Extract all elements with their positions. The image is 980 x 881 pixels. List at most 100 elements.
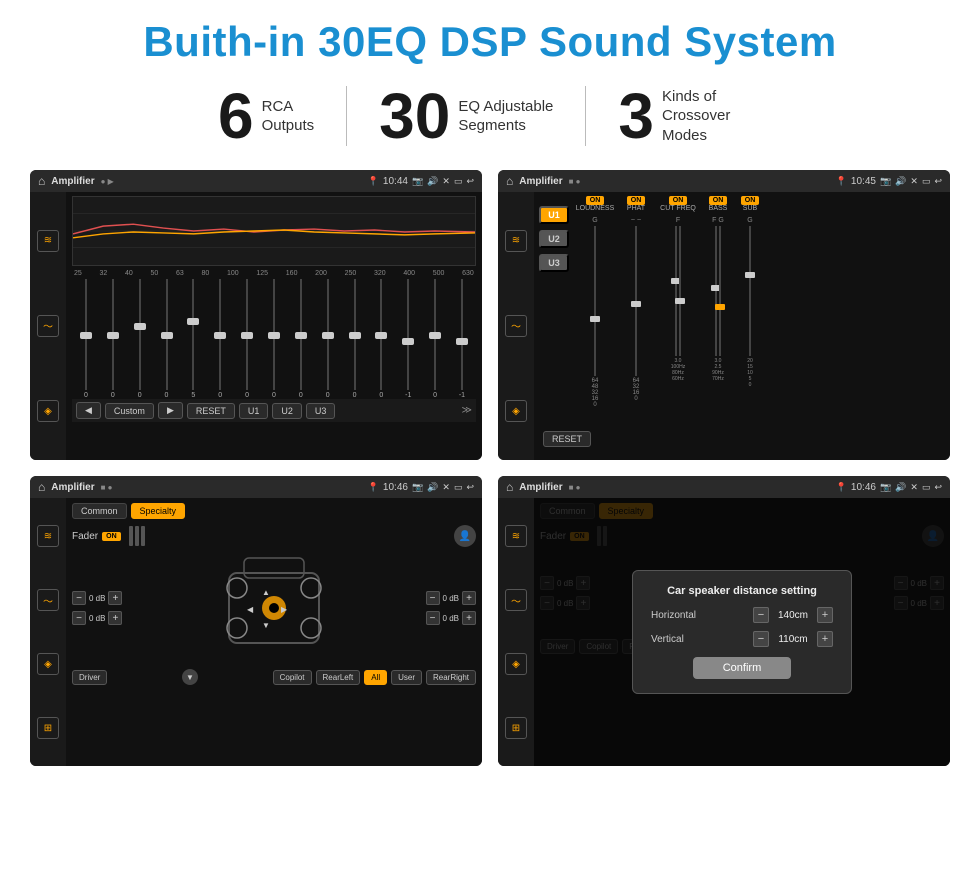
screen-amp-content: ≋ 〜 ◈ U1 U2 U3	[498, 192, 950, 460]
dialog-horizontal-value: − 140cm +	[753, 607, 833, 623]
screen1-time: 10:44	[383, 176, 408, 187]
window-icon-1: ▭	[454, 176, 463, 187]
screen2-topbar: ⌂ Amplifier ■ ● 📍 10:45 📷 🔊 ✕ ▭ ↩	[498, 170, 950, 192]
amp-channel-list: U1 U2 U3	[539, 196, 569, 426]
dialog-vertical-plus[interactable]: +	[817, 631, 833, 647]
screen4-title: Amplifier	[519, 482, 562, 493]
amp-phat-on[interactable]: ON	[627, 196, 646, 205]
dialog-overlay: Car speaker distance setting Horizontal …	[534, 498, 950, 766]
eq-next-btn[interactable]: ▶	[158, 402, 183, 419]
amp-loudness-on[interactable]: ON	[586, 196, 605, 205]
amp-loudness-thumb[interactable]	[590, 316, 600, 322]
wave-icon[interactable]: 〜	[37, 315, 59, 337]
fader-all-btn[interactable]: All	[364, 670, 387, 685]
fader-user-btn[interactable]: User	[391, 670, 422, 685]
dialog-speaker-icon[interactable]: ◈	[505, 653, 527, 675]
back-icon-1: ↩	[466, 176, 474, 187]
dialog-eq-icon[interactable]: ≋	[505, 525, 527, 547]
screen1-dots: ● ▶	[101, 177, 114, 186]
eq-slider-2: 0	[128, 279, 152, 399]
amp-bass-thumb-2[interactable]	[715, 304, 725, 310]
speaker-rr-minus[interactable]: −	[426, 611, 440, 625]
car-diagram-svg: ▲ ▼ ◀ ▶	[209, 553, 339, 663]
amp-phat: ON PHAT	[619, 196, 653, 212]
eq-slider-6: 0	[235, 279, 259, 399]
eq-slider-11: 0	[369, 279, 393, 399]
close-icon-2: ✕	[910, 176, 918, 187]
speaker-rr-plus[interactable]: +	[462, 611, 476, 625]
amp-sub-on[interactable]: ON	[741, 196, 760, 205]
camera-icon-2: 📷	[880, 176, 891, 187]
location-icon-4: 📍	[836, 482, 847, 493]
eq-slider-0: 0	[74, 279, 98, 399]
fader-rearleft-btn[interactable]: RearLeft	[316, 670, 361, 685]
eq-reset-btn[interactable]: RESET	[187, 403, 235, 419]
speaker-fl-plus[interactable]: +	[108, 591, 122, 605]
eq-u2-btn[interactable]: U2	[272, 403, 302, 419]
amp-sub-thumb[interactable]	[745, 272, 755, 278]
speaker-fr-plus[interactable]: +	[462, 591, 476, 605]
dialog-horizontal-plus[interactable]: +	[817, 607, 833, 623]
eq-icon[interactable]: ≋	[37, 230, 59, 252]
amp-on-badges-row: ON LOUDNESS ON PHAT ON CUT FREQ	[575, 196, 945, 212]
dialog-main: Common Specialty Fader ON	[534, 498, 950, 766]
speaker-fr-minus[interactable]: −	[426, 591, 440, 605]
speaker-icon[interactable]: ◈	[37, 400, 59, 422]
amp-phat-thumb[interactable]	[631, 301, 641, 307]
eq-slider-13: 0	[423, 279, 447, 399]
speaker-fl-minus[interactable]: −	[72, 591, 86, 605]
speaker-rl-plus[interactable]: +	[108, 611, 122, 625]
screen3-topbar-left: ⌂ Amplifier ■ ●	[38, 480, 112, 494]
location-icon: 📍	[368, 176, 379, 187]
screen1-topbar-right: 📍 10:44 📷 🔊 ✕ ▭ ↩	[368, 176, 474, 187]
stat-rca-number: 6	[218, 84, 254, 148]
fader-down-icon[interactable]: ▼	[182, 669, 198, 685]
fader-on-badge[interactable]: ON	[102, 532, 121, 541]
amp-speaker-icon[interactable]: ◈	[505, 400, 527, 422]
amp-u1-btn[interactable]: U1	[539, 206, 569, 224]
dialog-wave-icon[interactable]: 〜	[505, 589, 527, 611]
fader-driver-btn[interactable]: Driver	[72, 670, 107, 685]
amp-u2-btn[interactable]: U2	[539, 230, 569, 248]
amp-bass-on[interactable]: ON	[709, 196, 728, 205]
dialog-horizontal-minus[interactable]: −	[753, 607, 769, 623]
fader-avatar[interactable]: 👤	[454, 525, 476, 547]
fader-eq-icon[interactable]: ≋	[37, 525, 59, 547]
dialog-surround-icon[interactable]: ⊞	[505, 717, 527, 739]
screen-dialog-card: ⌂ Amplifier ■ ● 📍 10:46 📷 🔊 ✕ ▭ ↩ ≋ 〜	[498, 476, 950, 766]
fader-mini-1[interactable]	[129, 526, 133, 546]
back-icon-4: ↩	[934, 482, 942, 493]
dialog-confirm-button[interactable]: Confirm	[693, 657, 792, 679]
amp-eq-icon[interactable]: ≋	[505, 230, 527, 252]
camera-icon-3: 📷	[412, 482, 423, 493]
eq-slider-3: 0	[155, 279, 179, 399]
eq-u3-btn[interactable]: U3	[306, 403, 336, 419]
fader-mini-2[interactable]	[135, 526, 139, 546]
fader-common-tab[interactable]: Common	[72, 503, 127, 519]
fader-surround-icon[interactable]: ⊞	[37, 717, 59, 739]
screen1-title: Amplifier	[51, 176, 94, 187]
fader-rearright-btn[interactable]: RearRight	[426, 670, 476, 685]
volume-icon-4: 🔊	[895, 482, 906, 493]
amp-reset-btn[interactable]: RESET	[543, 431, 591, 447]
amp-bass-label: BASS	[709, 205, 728, 212]
screen3-dots: ■ ●	[101, 483, 113, 492]
fader-speaker-icon[interactable]: ◈	[37, 653, 59, 675]
fader-wave-icon[interactable]: 〜	[37, 589, 59, 611]
dialog-horizontal-label: Horizontal	[651, 610, 716, 621]
dialog-vertical-minus[interactable]: −	[753, 631, 769, 647]
camera-icon-4: 📷	[880, 482, 891, 493]
fader-mini-3[interactable]	[141, 526, 145, 546]
amp-cutfreq-on[interactable]: ON	[669, 196, 688, 205]
dialog-horizontal-val: 140cm	[773, 610, 813, 621]
eq-u1-btn[interactable]: U1	[239, 403, 269, 419]
eq-prev-btn[interactable]: ◀	[76, 402, 101, 419]
amp-u3-btn[interactable]: U3	[539, 254, 569, 272]
speaker-rl-minus[interactable]: −	[72, 611, 86, 625]
fader-copilot-btn[interactable]: Copilot	[273, 670, 312, 685]
fader-specialty-tab[interactable]: Specialty	[131, 503, 186, 519]
amp-wave-icon[interactable]: 〜	[505, 315, 527, 337]
eq-bottom-bar: ◀ Custom ▶ RESET U1 U2 U3 ≫	[72, 399, 476, 422]
amp-cutfreq-thumb-2[interactable]	[675, 298, 685, 304]
dialog-title: Car speaker distance setting	[651, 585, 833, 597]
